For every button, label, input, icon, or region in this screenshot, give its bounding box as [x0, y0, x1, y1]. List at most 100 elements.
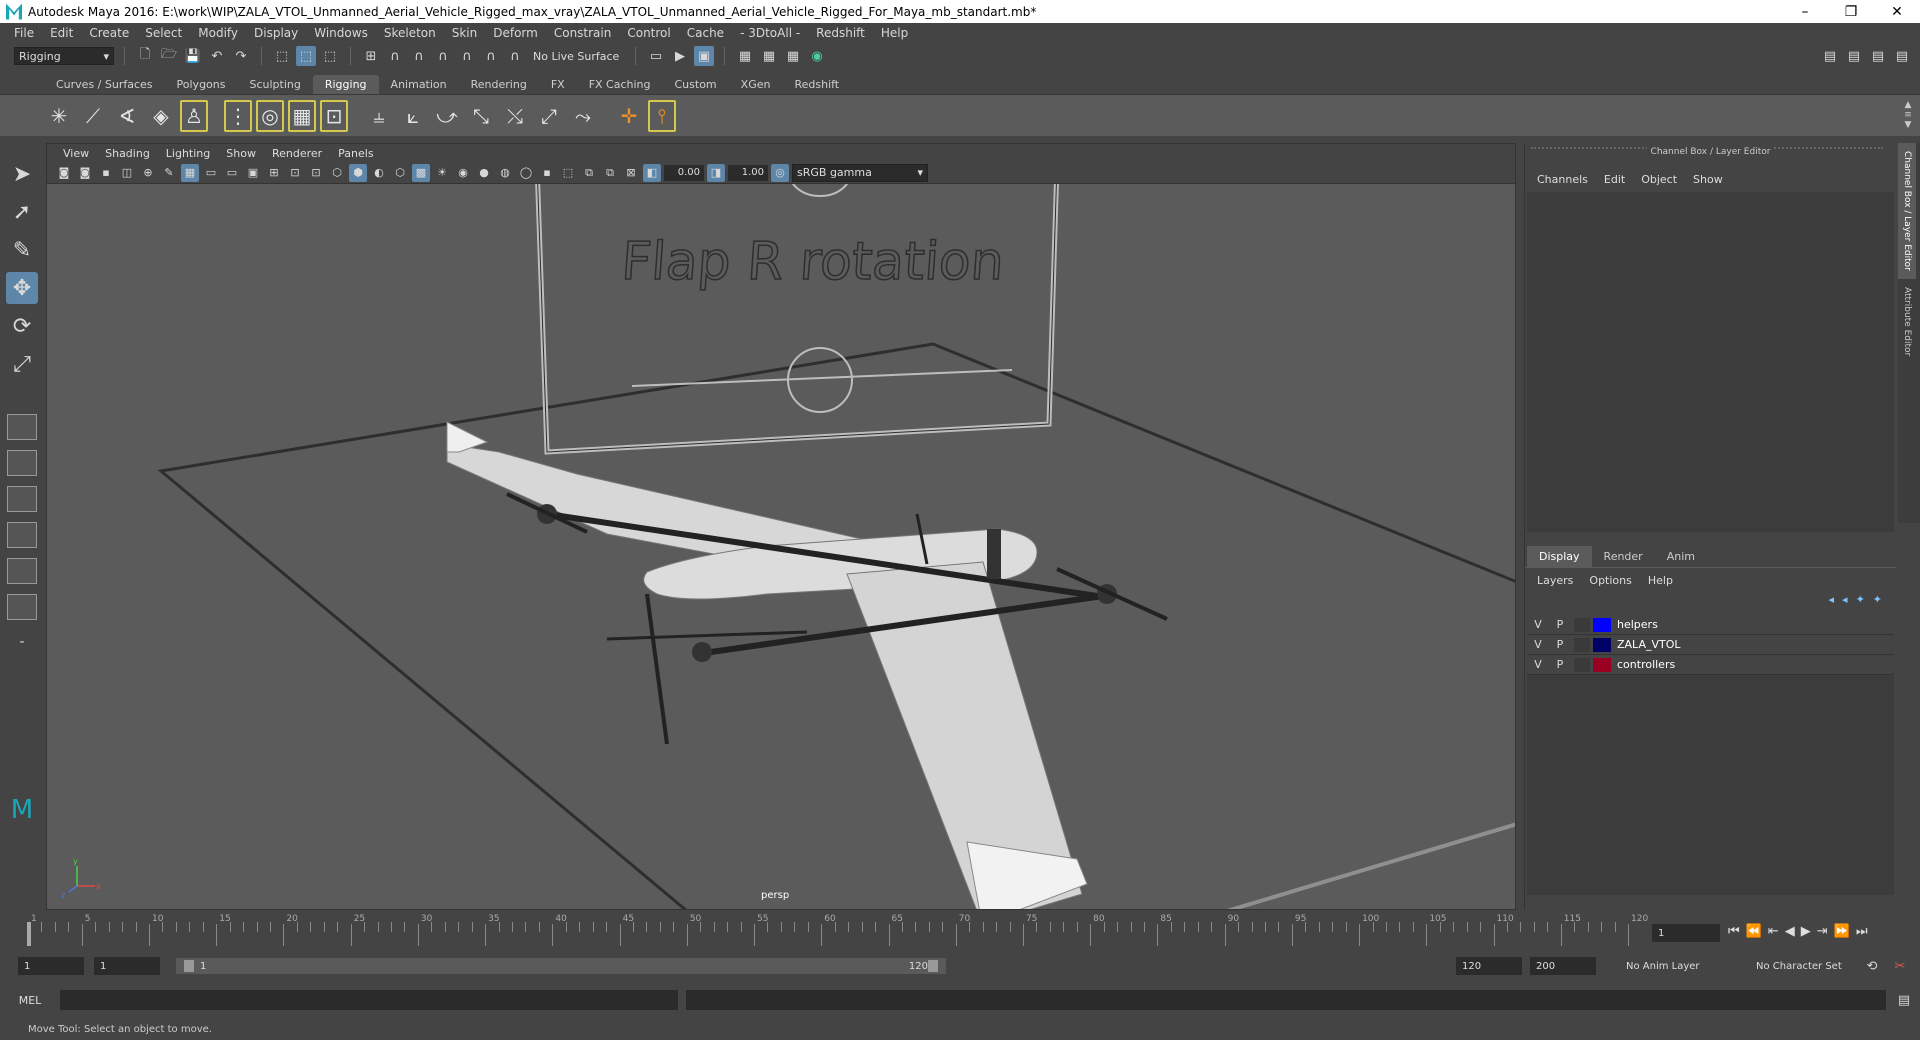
current-time-indicator[interactable]: [27, 922, 31, 946]
menu-set-dropdown[interactable]: Rigging ▾: [14, 47, 114, 65]
animation-preferences-icon[interactable]: ✂: [1890, 956, 1910, 976]
script-language-toggle[interactable]: MEL: [0, 994, 60, 1007]
use-all-lights-icon[interactable]: ☀: [433, 164, 451, 182]
menu-windows[interactable]: Windows: [306, 26, 376, 40]
script-editor-icon[interactable]: ▤: [1894, 990, 1914, 1010]
playback-end-field[interactable]: 120: [1456, 957, 1522, 975]
locator-icon[interactable]: ✛: [614, 99, 644, 133]
layer-playback-toggle[interactable]: P: [1549, 638, 1571, 651]
command-input[interactable]: [60, 990, 678, 1010]
create-joint-icon[interactable]: ✳: [44, 99, 74, 133]
menu-create[interactable]: Create: [81, 26, 137, 40]
snap-surface-icon[interactable]: ∩: [457, 46, 477, 66]
layer-color-swatch[interactable]: [1593, 657, 1611, 672]
color-space-dropdown[interactable]: sRGB gamma ▾: [792, 163, 928, 182]
xray-icon[interactable]: ⧉: [580, 164, 598, 182]
film-gate-icon[interactable]: ▭: [202, 164, 220, 182]
menu-select[interactable]: Select: [137, 26, 190, 40]
select-component-icon[interactable]: ⬚: [320, 46, 340, 66]
channel-box-icon[interactable]: ▤: [1892, 46, 1912, 66]
character-set-dropdown[interactable]: No Character Set: [1750, 957, 1868, 975]
scale-tool-icon[interactable]: ⤢: [6, 348, 38, 380]
aim-constraint-icon[interactable]: ⟀: [398, 99, 428, 133]
collapse-icon[interactable]: -: [6, 626, 38, 658]
shelf-tab-xgen[interactable]: XGen: [729, 75, 783, 94]
current-frame-field[interactable]: 1: [1652, 924, 1720, 942]
cluster-icon[interactable]: ⊡: [320, 99, 348, 132]
step-forward-key-icon[interactable]: ⏩: [1834, 924, 1850, 939]
shelf-tab-rendering[interactable]: Rendering: [459, 75, 539, 94]
close-button[interactable]: ✕: [1874, 0, 1920, 23]
menu-file[interactable]: File: [6, 26, 42, 40]
construction-history-icon[interactable]: ▭: [646, 46, 666, 66]
ik-handle-icon[interactable]: ∢: [112, 99, 142, 133]
parent-constraint-icon[interactable]: ⤯: [500, 99, 530, 133]
menu-display[interactable]: Display: [246, 26, 306, 40]
layer-display-type[interactable]: [1574, 657, 1590, 672]
menu-deform[interactable]: Deform: [485, 26, 546, 40]
viewport-menu-show[interactable]: Show: [218, 147, 264, 160]
custom-layout-icon[interactable]: [7, 594, 37, 620]
annotation-icon[interactable]: ⫯: [648, 99, 676, 132]
layer-visibility-toggle[interactable]: V: [1527, 658, 1549, 671]
layer-row[interactable]: V P helpers: [1527, 615, 1894, 635]
layer-row[interactable]: V P controllers: [1527, 655, 1894, 675]
time-slider-track[interactable]: 1 5 10 15 20 25 30 35 40 45 50 55 60 65 70 75 80 85 90 95 10…: [24, 914, 1648, 946]
layer-display-type[interactable]: [1574, 617, 1590, 632]
menu-help[interactable]: Help: [873, 26, 916, 40]
geometry-constraint-icon[interactable]: ⤳: [568, 99, 598, 133]
time-slider[interactable]: 1 5 10 15 20 25 30 35 40 45 50 55 60 65 70 75 80 85 90 95 10…: [0, 912, 1920, 948]
step-forward-frame-icon[interactable]: ⇥: [1817, 924, 1828, 939]
undo-icon[interactable]: ↶: [207, 46, 227, 66]
anim-layer-dropdown[interactable]: No Anim Layer: [1620, 957, 1740, 975]
menu-cache[interactable]: Cache: [679, 26, 732, 40]
shelf-tab-curves-surfaces[interactable]: Curves / Surfaces: [44, 75, 165, 94]
channel-box-menu-edit[interactable]: Edit: [1596, 173, 1633, 186]
menu-skeleton[interactable]: Skeleton: [376, 26, 444, 40]
shelf-tab-animation[interactable]: Animation: [379, 75, 459, 94]
resolution-gate-icon[interactable]: ▭: [223, 164, 241, 182]
orient-constraint-icon[interactable]: ⤻: [432, 99, 462, 133]
layer-menu-layers[interactable]: Layers: [1529, 574, 1581, 587]
playback-start-field[interactable]: 1: [94, 957, 160, 975]
shelf-tab-fx[interactable]: FX: [539, 75, 577, 94]
shelf-scroll[interactable]: ▲ ≡ ▼: [1896, 94, 1920, 136]
channel-box-menu-show[interactable]: Show: [1685, 173, 1731, 186]
gamma-icon[interactable]: ◨: [707, 163, 725, 182]
new-layer-selected-icon[interactable]: ✦: [1873, 593, 1882, 613]
menu-modify[interactable]: Modify: [190, 26, 246, 40]
range-start-handle[interactable]: [184, 960, 194, 972]
minimize-button[interactable]: –: [1782, 0, 1828, 23]
shelf-tab-polygons[interactable]: Polygons: [165, 75, 238, 94]
shelf-tab-redshift[interactable]: Redshift: [782, 75, 851, 94]
snap-grid-icon[interactable]: ⊞: [361, 46, 381, 66]
shelf-tab-sculpting[interactable]: Sculpting: [237, 75, 312, 94]
insert-joint-icon[interactable]: ⟋: [78, 99, 108, 133]
layer-playback-toggle[interactable]: P: [1549, 658, 1571, 671]
scale-constraint-icon[interactable]: ⤡: [466, 99, 496, 133]
menu-redshift[interactable]: Redshift: [808, 26, 873, 40]
menu-skin[interactable]: Skin: [444, 26, 486, 40]
shelf-tab-custom[interactable]: Custom: [663, 75, 729, 94]
range-bar[interactable]: 1 120: [176, 958, 946, 974]
save-scene-icon[interactable]: 💾: [183, 46, 203, 66]
render-frame-icon[interactable]: ▶: [670, 46, 690, 66]
layer-display-type[interactable]: [1574, 637, 1590, 652]
layer-visibility-toggle[interactable]: V: [1527, 618, 1549, 631]
magnet-icon[interactable]: ∩: [505, 46, 525, 66]
new-scene-icon[interactable]: 🗋: [135, 46, 155, 66]
render-settings-icon[interactable]: ▦: [735, 46, 755, 66]
persp-outliner-layout-icon[interactable]: [7, 486, 37, 512]
single-perspective-layout-icon[interactable]: [7, 414, 37, 440]
image-plane-icon[interactable]: ◫: [118, 164, 136, 182]
shelf-menu-icon[interactable]: ≡: [1904, 110, 1912, 120]
channel-box-menu-channels[interactable]: Channels: [1529, 173, 1596, 186]
gate-mask-icon[interactable]: ▣: [244, 164, 262, 182]
viewport-menu-view[interactable]: View: [55, 147, 97, 160]
auto-key-icon[interactable]: ⟲: [1862, 956, 1882, 976]
play-forwards-icon[interactable]: ▶: [1801, 924, 1811, 939]
channel-box-menu-object[interactable]: Object: [1633, 173, 1685, 186]
maximize-button[interactable]: ❐: [1828, 0, 1874, 23]
grease-pencil-icon[interactable]: ✎: [160, 164, 178, 182]
gamma-field[interactable]: 1.00: [728, 164, 768, 181]
